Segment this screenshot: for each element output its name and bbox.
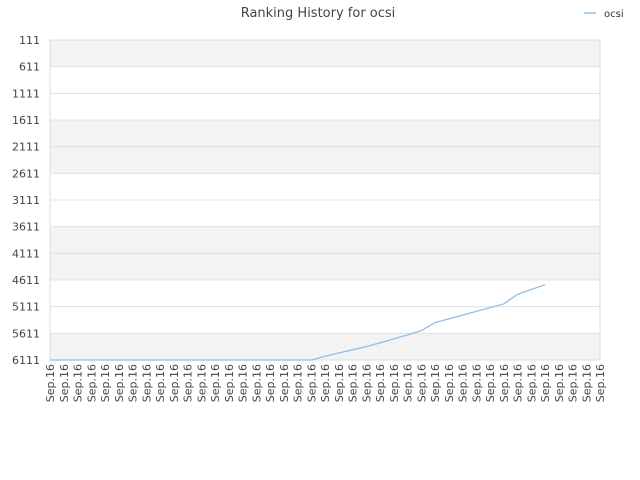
y-tick-label: 1611 [12,114,40,127]
legend-label-ocsi: ocsi [604,9,624,20]
y-tick-label: 3111 [12,194,40,207]
x-tick-label: Sep.16 [484,364,497,402]
x-tick-label: Sep.16 [209,364,222,402]
x-tick-label: Sep.16 [250,364,263,402]
y-tick-label: 6111 [12,354,40,367]
y-tick-label: 4611 [12,274,40,287]
plot-band [50,120,600,147]
chart-title: Ranking History for ocsi [241,6,396,21]
x-tick-label: Sep.16 [127,364,140,402]
y-tick-label: 3611 [12,221,40,234]
plot-band [50,200,600,227]
x-tick-label: Sep.16 [347,364,360,402]
x-tick-label: Sep.16 [113,364,126,402]
y-axis-ticks: 1116111111161121112611311136114111461151… [12,34,40,367]
x-tick-label: Sep.16 [333,364,346,402]
y-tick-label: 2611 [12,167,40,180]
x-tick-label: Sep.16 [319,364,332,402]
x-tick-label: Sep.16 [443,364,456,402]
x-tick-label: Sep.16 [305,364,318,402]
y-tick-label: 111 [19,34,40,47]
x-tick-label: Sep.16 [264,364,277,402]
x-tick-label: Sep.16 [58,364,71,402]
plot-band [50,226,600,254]
y-tick-label: 5611 [12,327,40,340]
x-tick-label: Sep.16 [44,364,57,402]
x-tick-label: Sep.16 [594,364,607,402]
y-tick-label: 1111 [12,87,40,100]
plot-band [50,66,600,94]
y-tick-label: 611 [19,61,40,74]
plot-band [50,280,600,307]
x-tick-label: Sep.16 [553,364,566,402]
x-tick-label: Sep.16 [388,364,401,402]
x-tick-label: Sep.16 [140,364,153,402]
plot-band [50,40,600,67]
x-tick-label: Sep.16 [278,364,291,402]
y-tick-label: 2111 [12,141,40,154]
plot-band [50,93,600,120]
y-tick-label: 5111 [12,301,40,314]
x-tick-label: Sep.16 [498,364,511,402]
x-tick-label: Sep.16 [415,364,428,402]
x-tick-label: Sep.16 [567,364,580,402]
x-tick-label: Sep.16 [85,364,98,402]
plot-band [50,253,600,280]
x-tick-label: Sep.16 [182,364,195,402]
ranking-chart: 1116111111161121112611311136114111461151… [12,6,624,402]
x-tick-label: Sep.16 [360,364,373,402]
legend[interactable]: ocsi [584,9,624,20]
x-axis-ticks: Sep.16 Sep.16 Sep.16 Sep.16 Sep.16 Sep.16 Sep.… [44,364,607,402]
x-tick-label: Sep.16 [292,364,305,402]
plot-band [50,173,600,200]
plot-band [50,146,600,174]
x-tick-label: Sep.16 [99,364,112,402]
x-tick-label: Sep.16 [237,364,250,402]
x-tick-label: Sep.16 [72,364,85,402]
x-tick-label: Sep.16 [195,364,208,402]
x-tick-label: Sep.16 [402,364,415,402]
y-tick-label: 4111 [12,247,40,260]
x-tick-label: Sep.16 [429,364,442,402]
x-tick-label: Sep.16 [374,364,387,402]
x-tick-label: Sep.16 [154,364,167,402]
x-tick-label: Sep.16 [525,364,538,402]
x-tick-label: Sep.16 [512,364,525,402]
x-tick-label: Sep.16 [457,364,470,402]
x-tick-label: Sep.16 [168,364,181,402]
x-tick-label: Sep.16 [539,364,552,402]
x-tick-label: Sep.16 [580,364,593,402]
x-tick-label: Sep.16 [470,364,483,402]
x-tick-label: Sep.16 [223,364,236,402]
plot-band [50,306,600,334]
